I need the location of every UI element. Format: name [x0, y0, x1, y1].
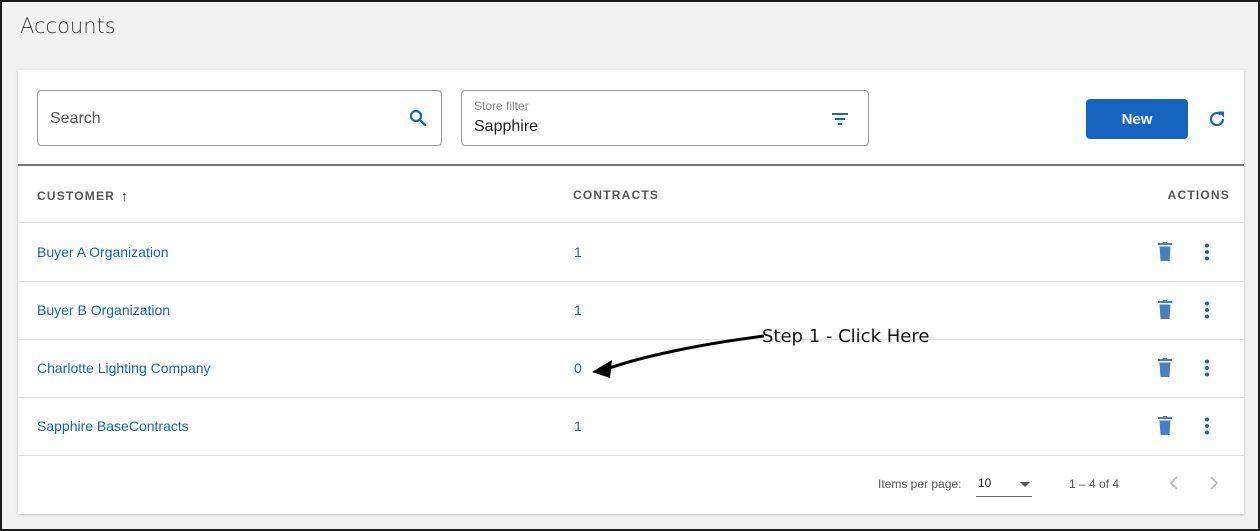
- contracts-link[interactable]: 1: [574, 244, 582, 260]
- items-per-page-select[interactable]: 10: [976, 472, 1032, 497]
- search-placeholder: Search: [50, 110, 101, 127]
- kebab-menu-icon[interactable]: [1203, 359, 1211, 377]
- trash-icon[interactable]: [1158, 358, 1172, 377]
- items-per-page-label: Items per page:: [878, 477, 962, 491]
- page-title: Accounts: [20, 14, 116, 38]
- column-header-customer-label: CUSTOMER: [37, 189, 116, 203]
- table-header: CUSTOMER ↑ CONTRACTS ACTIONS: [18, 166, 1244, 223]
- chevron-down-icon: [1020, 482, 1030, 487]
- column-header-actions: ACTIONS: [1167, 188, 1230, 202]
- kebab-menu-icon[interactable]: [1203, 417, 1211, 435]
- column-header-contracts: CONTRACTS: [573, 188, 660, 202]
- new-button[interactable]: New: [1086, 99, 1188, 139]
- accounts-card: Search Store filter Sapphire New CUSTOME…: [18, 70, 1244, 514]
- table-row: Sapphire BaseContracts 1: [18, 397, 1244, 456]
- kebab-menu-icon[interactable]: [1203, 301, 1211, 319]
- annotation-label: Step 1 - Click Here: [762, 326, 930, 347]
- contracts-link[interactable]: 1: [574, 418, 582, 434]
- search-icon[interactable]: [409, 109, 427, 127]
- customer-link[interactable]: Buyer A Organization: [37, 244, 169, 260]
- chevron-left-icon[interactable]: [1168, 475, 1180, 491]
- trash-icon[interactable]: [1158, 416, 1172, 435]
- customer-link[interactable]: Charlotte Lighting Company: [37, 360, 211, 376]
- refresh-icon[interactable]: [1207, 109, 1227, 129]
- page-range-label: 1 – 4 of 4: [1069, 477, 1120, 491]
- column-header-customer[interactable]: CUSTOMER ↑: [37, 188, 129, 204]
- contracts-link[interactable]: 1: [574, 302, 582, 318]
- annotation-arrow-icon: [592, 334, 765, 378]
- toolbar: Search Store filter Sapphire New: [18, 70, 1244, 166]
- chevron-right-icon[interactable]: [1208, 475, 1220, 491]
- trash-icon[interactable]: [1158, 242, 1172, 261]
- items-per-page-value: 10: [978, 476, 992, 490]
- search-input[interactable]: Search: [37, 90, 442, 146]
- filter-icon[interactable]: [832, 113, 848, 125]
- table-row: Buyer A Organization 1: [18, 223, 1244, 282]
- kebab-menu-icon[interactable]: [1203, 243, 1211, 261]
- customer-link[interactable]: Sapphire BaseContracts: [37, 418, 189, 434]
- contracts-link[interactable]: 0: [574, 360, 582, 376]
- app-window: Accounts Search Store filter Sapphire Ne: [0, 0, 1260, 531]
- store-filter-value: Sapphire: [474, 118, 539, 135]
- paginator: Items per page: 10 1 – 4 of 4: [18, 456, 1244, 514]
- store-filter-label: Store filter: [474, 99, 529, 113]
- store-filter-select[interactable]: Store filter Sapphire: [461, 90, 869, 146]
- trash-icon[interactable]: [1158, 300, 1172, 319]
- sort-ascending-icon: ↑: [121, 188, 130, 204]
- customer-link[interactable]: Buyer B Organization: [37, 302, 170, 318]
